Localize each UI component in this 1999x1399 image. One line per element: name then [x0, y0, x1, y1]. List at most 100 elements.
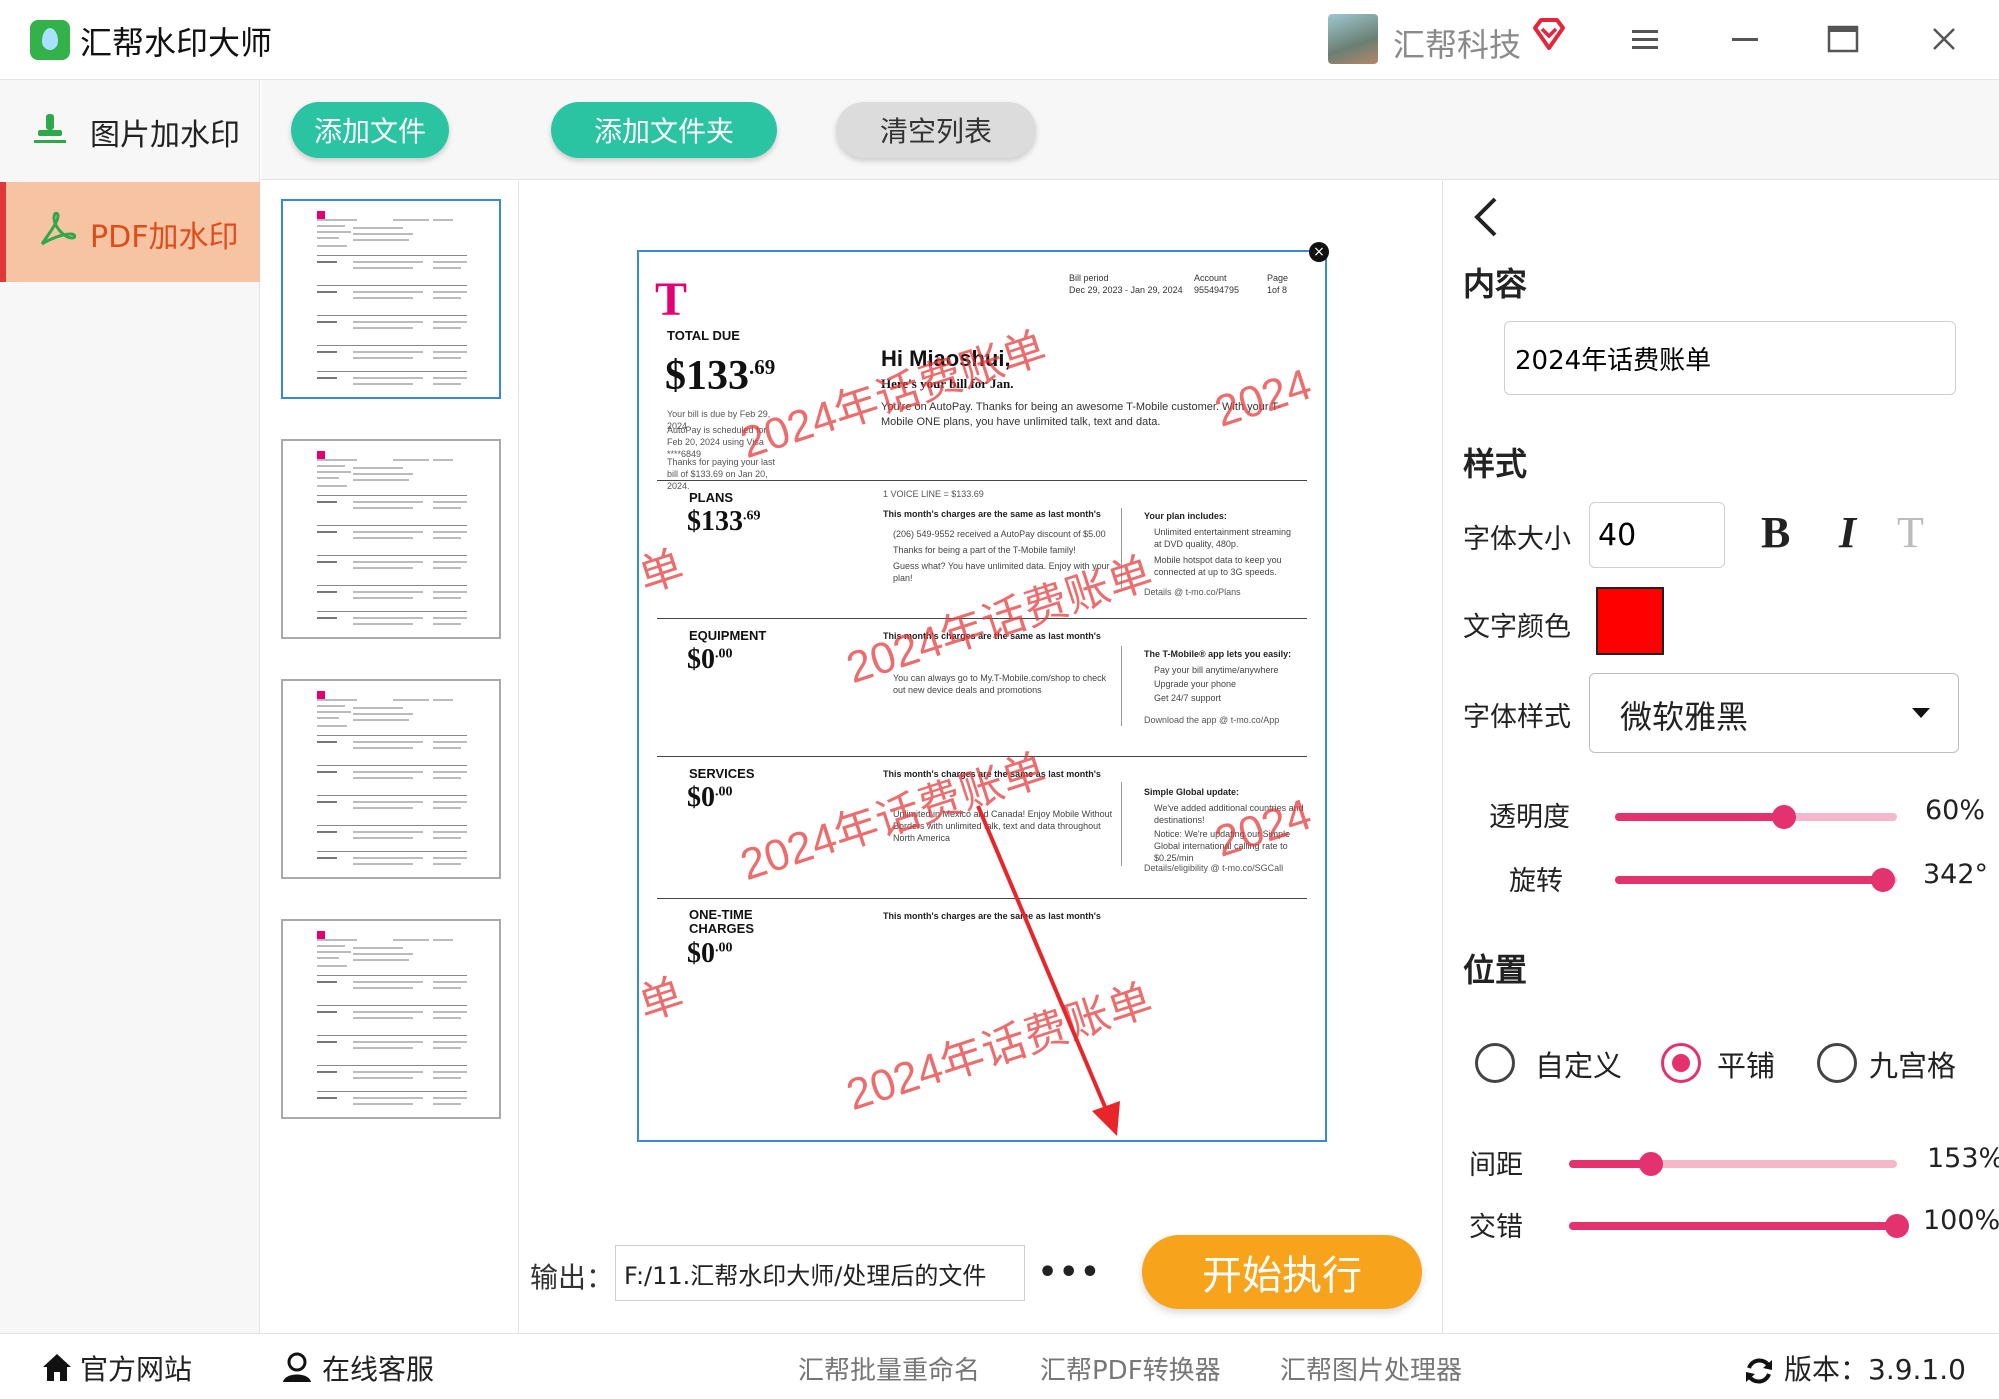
refresh-icon[interactable] [1742, 1354, 1776, 1388]
plans-amount: $133.69 [687, 506, 761, 537]
toolbar: 添加文件 添加文件夹 清空列表 [261, 80, 1999, 180]
spacing-label: 间距 [1469, 1150, 1523, 1181]
output-path-field[interactable] [615, 1245, 1025, 1301]
app-item: Upgrade your phone [1154, 679, 1237, 689]
pdf-icon [40, 211, 76, 246]
add-folder-button[interactable]: 添加文件夹 [551, 102, 777, 158]
column-divider [1121, 782, 1122, 866]
bill-period: Bill period Dec 29, 2023 - Jan 29, 2024 [1069, 273, 1183, 295]
same-charges-note: This month's charges are the same as las… [883, 509, 1101, 519]
sidebar: 图片加水印 PDF加水印 [0, 80, 260, 1333]
divider [657, 898, 1307, 899]
total-due-label: TOTAL DUE [667, 328, 740, 343]
file-thumbnail[interactable] [281, 199, 501, 399]
radio-nine-grid-label: 九宫格 [1869, 1049, 1957, 1083]
same-charges-note: This month's charges are the same as las… [883, 911, 1101, 921]
preview-area: T Bill period Dec 29, 2023 - Jan 29, 2024… [520, 181, 1441, 1333]
app-item: Get 24/7 support [1154, 693, 1222, 703]
support-icon [283, 1352, 311, 1382]
watermark-text-input[interactable] [1504, 321, 1956, 395]
page-number: Page 1of 8 [1267, 273, 1289, 295]
remove-file-icon[interactable]: × [1309, 242, 1329, 262]
image-processor-link[interactable]: 汇帮图片处理器 [1280, 1350, 1462, 1387]
close-icon[interactable] [1927, 22, 1961, 56]
spacing-slider[interactable] [1569, 1152, 1897, 1176]
home-icon [43, 1354, 71, 1381]
rotation-label: 旋转 [1509, 866, 1563, 897]
pdf-converter-link[interactable]: 汇帮PDF转换器 [1040, 1350, 1221, 1387]
strikethrough-button[interactable]: T [1897, 507, 1924, 558]
app-title: The T-Mobile® app lets you easily: [1144, 649, 1292, 659]
watermark-text: 单 [637, 969, 690, 1031]
sidebar-item-label: 图片加水印 [90, 118, 240, 153]
batch-rename-link[interactable]: 汇帮批量重命名 [798, 1350, 980, 1387]
radio-tile-label: 平铺 [1717, 1049, 1776, 1083]
global-details: Details/eligibility @ t-mo.co/SGCall [1144, 863, 1284, 873]
app-download: Download the app @ t-mo.co/App [1144, 715, 1280, 725]
version-label: 版本：3.9.1.0 [1784, 1353, 1966, 1386]
file-thumbnail[interactable] [281, 439, 501, 639]
chevron-down-icon [1912, 708, 1930, 718]
onetime-amount: $0.00 [687, 938, 733, 969]
equipment-bullet: You can always go to My.T-Mobile.com/sho… [893, 673, 1107, 695]
plan-includes-item: Unlimited entertainment streaming at DVD… [1154, 527, 1292, 549]
avatar[interactable] [1328, 14, 1378, 64]
app-window: 汇帮水印大师 汇帮科技 图片加水印 PDF加水印 添加文件 添加文件夹 清空列表… [0, 0, 1999, 1399]
watermark-text: 2024年话费账单 [840, 975, 1159, 1121]
back-icon[interactable] [1471, 195, 1501, 239]
rotation-value: 342° [1923, 859, 1989, 890]
plans-label: PLANS [689, 490, 734, 505]
text-color-swatch[interactable] [1596, 587, 1664, 655]
stagger-slider[interactable] [1569, 1214, 1909, 1238]
equipment-label: EQUIPMENT [689, 628, 767, 643]
add-file-button[interactable]: 添加文件 [291, 102, 449, 158]
file-thumbnail[interactable] [281, 919, 501, 1119]
bold-button[interactable]: B [1761, 507, 1790, 558]
font-size-input[interactable] [1589, 502, 1725, 568]
maximize-icon[interactable] [1826, 22, 1860, 56]
global-title: Simple Global update: [1144, 787, 1240, 797]
minimize-icon[interactable] [1728, 22, 1762, 56]
plan-includes-title: Your plan includes: [1144, 511, 1227, 521]
voice-line: 1 VOICE LINE = $133.69 [883, 489, 984, 499]
clear-list-button[interactable]: 清空列表 [836, 102, 1036, 158]
brand-name: 汇帮科技 [1393, 26, 1522, 64]
radio-nine-grid[interactable] [1817, 1043, 1857, 1083]
plans-bullet: (206) 549-9552 received a AutoPay discou… [893, 529, 1106, 539]
file-thumbnail[interactable] [281, 679, 501, 879]
status-bar: 官方网站 在线客服 汇帮批量重命名 汇帮PDF转换器 汇帮图片处理器 版本：3.… [0, 1333, 1999, 1399]
opacity-slider[interactable] [1615, 805, 1897, 829]
font-style-value: 微软雅黑 [1620, 698, 1749, 736]
opacity-label: 透明度 [1489, 802, 1570, 833]
app-logo-icon [30, 20, 70, 60]
browse-button[interactable]: ••• [1038, 1255, 1102, 1290]
account-number: Account 955494795 [1194, 273, 1240, 295]
radio-custom[interactable] [1475, 1043, 1515, 1083]
online-support-link[interactable]: 在线客服 [322, 1348, 434, 1388]
app-item: Pay your bill anytime/anywhere [1154, 665, 1279, 675]
italic-button[interactable]: I [1839, 507, 1856, 558]
services-label: SERVICES [689, 766, 755, 781]
text-color-label: 文字颜色 [1463, 612, 1571, 643]
app-title: 汇帮水印大师 [80, 24, 273, 62]
rotation-slider[interactable] [1615, 868, 1897, 892]
font-size-label: 字体大小 [1463, 524, 1571, 555]
start-button[interactable]: 开始执行 [1142, 1235, 1422, 1309]
sidebar-item-pdf-watermark[interactable]: PDF加水印 [0, 182, 260, 282]
settings-panel: 内容 样式 字体大小 B I T 文字颜色 字体样式 微软雅黑 透明度 60% … [1442, 181, 1999, 1333]
radio-custom-label: 自定义 [1535, 1049, 1623, 1083]
font-style-select[interactable]: 微软雅黑 [1589, 673, 1959, 753]
official-website-link[interactable]: 官方网站 [80, 1348, 192, 1388]
watermark-text: 单 [637, 541, 690, 603]
spacing-value: 153% [1927, 1143, 1999, 1174]
title-bar: 汇帮水印大师 汇帮科技 [0, 0, 1999, 80]
sidebar-item-image-watermark[interactable]: 图片加水印 [0, 80, 260, 180]
column-divider [1121, 646, 1122, 726]
tmobile-logo: T [655, 273, 688, 326]
content-section-title: 内容 [1463, 265, 1528, 303]
menu-icon[interactable] [1628, 22, 1662, 56]
radio-tile[interactable] [1661, 1043, 1701, 1083]
vip-diamond-icon[interactable] [1531, 16, 1567, 52]
stagger-value: 100% [1923, 1205, 1999, 1236]
onetime-label: ONE-TIME CHARGES [689, 907, 755, 936]
